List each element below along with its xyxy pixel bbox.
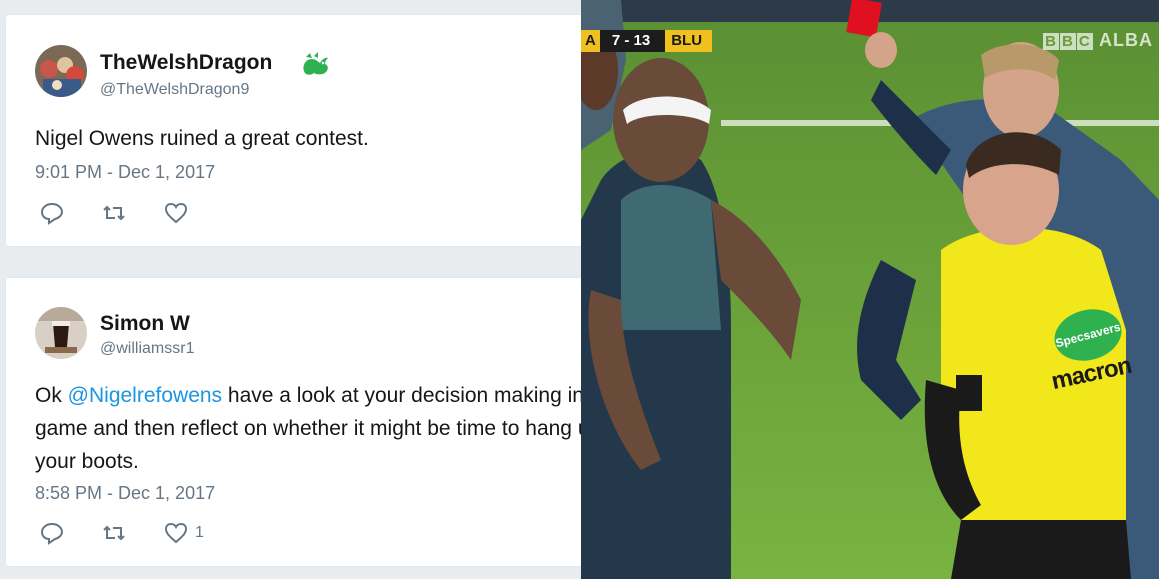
retweet-button[interactable]	[101, 198, 127, 228]
bbc-box: B	[1059, 33, 1076, 50]
tweet-actions	[35, 198, 335, 228]
dragon-icon	[298, 49, 332, 79]
reply-button[interactable]	[39, 518, 65, 548]
display-name[interactable]: Simon W	[100, 312, 190, 336]
tweet-text-prefix: Ok	[35, 384, 68, 407]
tweet-text-line: Ok @Nigelrefowens have a look at your de…	[35, 379, 581, 412]
retweet-icon	[103, 525, 125, 541]
avatar[interactable]	[35, 307, 87, 359]
tweet-text: Nigel Owens ruined a great contest.	[35, 127, 369, 150]
like-button[interactable]	[163, 198, 195, 228]
scoreboard-team-b: BLU	[662, 30, 713, 52]
broadcaster-logo: BBC ALBA	[1043, 30, 1153, 51]
tweet-timestamp[interactable]: 8:58 PM - Dec 1, 2017	[35, 483, 215, 504]
tweet-card: TheWelshDragon @TheWelshDragon9 Nigel Ow…	[5, 14, 581, 247]
scoreboard-score: 7 - 13	[599, 30, 663, 52]
match-scene	[581, 0, 1159, 579]
retweet-icon	[103, 205, 125, 221]
tweet-actions: 1	[35, 518, 335, 548]
bbc-box: C	[1076, 33, 1093, 50]
display-name[interactable]: TheWelshDragon	[100, 51, 272, 75]
tweet-text: Ok @Nigelrefowens have a look at your de…	[35, 379, 581, 478]
bbc-box: B	[1043, 33, 1059, 50]
reply-icon	[40, 202, 64, 225]
scoreboard: A 7 - 13 BLU	[581, 30, 713, 52]
reply-button[interactable]	[39, 198, 65, 228]
tweet-card: Simon W @williamssr1 Ok @Nigelrefowens h…	[5, 277, 581, 567]
reply-icon	[40, 522, 64, 545]
tweets-panel: TheWelshDragon @TheWelshDragon9 Nigel Ow…	[0, 0, 581, 579]
user-handle[interactable]: @TheWelshDragon9	[100, 81, 249, 99]
tweet-timestamp[interactable]: 9:01 PM - Dec 1, 2017	[35, 162, 215, 183]
tweet-text-line: game and then reflect on whether it migh…	[35, 417, 581, 440]
tweet-text-rest: have a look at your decision making in t…	[227, 384, 581, 407]
retweet-button[interactable]	[101, 518, 127, 548]
like-button[interactable]: 1	[163, 518, 204, 548]
scoreboard-team-a: A	[581, 30, 600, 52]
heart-icon	[164, 522, 188, 544]
avatar[interactable]	[35, 45, 87, 97]
broadcaster-suffix: ALBA	[1099, 30, 1153, 50]
match-photo: A 7 - 13 BLU BBC ALBA Specsavers macron	[581, 0, 1159, 579]
mention-link[interactable]: @Nigelrefowens	[68, 384, 222, 407]
user-handle[interactable]: @williamssr1	[100, 340, 194, 358]
tweet-text-line: your boots.	[35, 450, 139, 473]
like-count: 1	[195, 524, 204, 541]
heart-icon	[164, 202, 188, 224]
